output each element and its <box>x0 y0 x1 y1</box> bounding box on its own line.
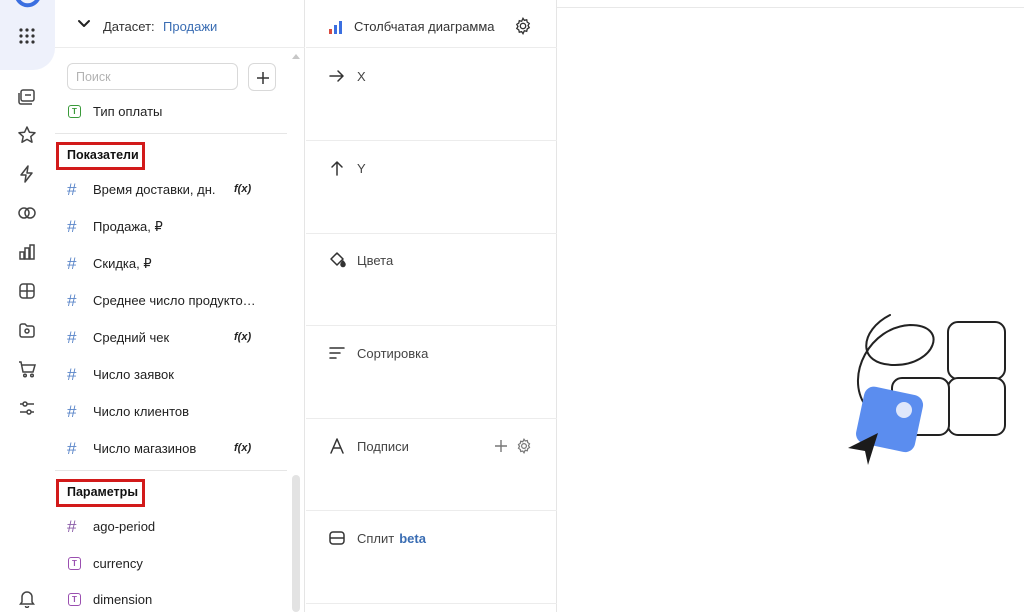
slot-label: Цвета <box>357 253 394 268</box>
number-type-icon: # <box>67 328 77 347</box>
list-item[interactable]: T currency <box>55 550 295 578</box>
dataset-panel: Датасет: Продажи Поиск T Тип оплаты Пока… <box>55 0 305 612</box>
nav-rail <box>0 0 55 612</box>
divider <box>55 133 287 134</box>
params-section-title: Параметры <box>56 479 145 507</box>
plus-icon[interactable] <box>494 439 508 453</box>
text-type-icon: T <box>68 105 81 118</box>
slot-labels[interactable]: Подписи <box>306 419 557 511</box>
field-name: Скидка, ₽ <box>93 256 152 271</box>
scrollbar-thumb[interactable] <box>292 475 300 612</box>
apps-grid-icon[interactable] <box>17 26 37 46</box>
dataset-name-link[interactable]: Продажи <box>163 19 217 34</box>
empty-chart-illustration <box>848 314 1006 465</box>
charts-icon[interactable] <box>17 242 37 262</box>
lightning-icon[interactable] <box>17 164 37 184</box>
slot-x[interactable]: X <box>306 48 557 141</box>
field-search-input[interactable]: Поиск <box>67 63 238 90</box>
number-type-icon: # <box>67 365 77 384</box>
slot-label: X <box>357 69 366 84</box>
collections-icon[interactable] <box>17 86 37 106</box>
params-title-text: Параметры <box>67 485 138 499</box>
slot-sort[interactable]: Сортировка <box>306 326 557 419</box>
split-icon <box>329 531 345 545</box>
chart-config-panel: Столбчатая диаграмма X Y Цвета Сортировк… <box>306 0 557 612</box>
gear-icon[interactable] <box>516 438 532 454</box>
formula-icon: f(x) <box>234 442 252 454</box>
field-name: dimension <box>93 592 153 607</box>
field-name: Средний чек <box>93 330 170 345</box>
measures-title-text: Показатели <box>67 148 139 162</box>
field-name: Число заявок <box>93 367 174 382</box>
formula-icon: f(x) <box>234 331 252 343</box>
chart-type-label: Столбчатая диаграмма <box>354 19 495 34</box>
star-icon[interactable] <box>17 125 37 145</box>
list-item[interactable]: # Время доставки, дн. f(x) <box>55 176 295 204</box>
text-type-icon: T <box>68 593 81 606</box>
paint-bucket-icon <box>330 252 346 268</box>
field-name: currency <box>93 556 143 571</box>
field-name: ago-period <box>93 519 156 534</box>
text-type-icon: T <box>68 557 81 570</box>
formula-icon: f(x) <box>234 183 252 195</box>
add-field-button[interactable] <box>248 63 276 91</box>
beta-badge: beta <box>399 531 426 546</box>
list-item[interactable]: T Тип оплаты <box>55 98 295 126</box>
field-name: Среднее число продукто… <box>93 293 256 308</box>
slot-label: Подписи <box>357 439 409 454</box>
scroll-up-arrow[interactable] <box>292 54 300 59</box>
settings-sliders-icon[interactable] <box>17 398 37 418</box>
arrow-right-icon <box>329 70 344 82</box>
chevron-down-icon[interactable] <box>77 19 91 29</box>
top-divider <box>557 7 1024 8</box>
number-type-icon: # <box>67 254 77 273</box>
bell-icon[interactable] <box>17 588 37 608</box>
bar-chart-icon <box>329 21 342 34</box>
slot-label: Y <box>357 161 366 176</box>
list-item[interactable]: # Скидка, ₽ <box>55 250 295 278</box>
logo-icon[interactable] <box>8 0 44 14</box>
dataset-label: Датасет: <box>103 19 155 34</box>
slot-colors[interactable]: Цвета <box>306 234 557 326</box>
list-item[interactable]: # ago-period <box>55 513 295 541</box>
plus-icon <box>257 72 269 84</box>
divider <box>55 470 287 471</box>
dashboards-icon[interactable] <box>17 281 37 301</box>
field-name: Число магазинов <box>93 441 197 456</box>
list-item[interactable]: T dimension <box>55 586 295 612</box>
slot-label: Сплит beta <box>357 531 426 546</box>
split-label-text: Сплит <box>357 531 395 546</box>
list-item[interactable]: # Среднее число продукто… <box>55 287 295 315</box>
number-type-icon: # <box>67 402 77 421</box>
number-type-icon: # <box>67 439 77 458</box>
field-name: Время доставки, дн. <box>93 182 216 197</box>
list-item[interactable]: # Число клиентов <box>55 398 295 426</box>
slot-y[interactable]: Y <box>306 141 557 234</box>
field-name: Тип оплаты <box>93 104 163 119</box>
chart-type-selector[interactable]: Столбчатая диаграмма <box>306 0 557 48</box>
search-placeholder: Поиск <box>76 70 111 84</box>
number-type-icon: # <box>67 217 77 236</box>
cart-icon[interactable] <box>17 359 37 379</box>
folder-icon[interactable] <box>17 320 37 340</box>
dataset-header[interactable]: Датасет: Продажи <box>55 0 305 48</box>
list-item[interactable]: # Число магазинов f(x) <box>55 435 295 463</box>
slot-label: Сортировка <box>357 346 429 361</box>
slot-split[interactable]: Сплит beta <box>306 511 557 604</box>
number-type-icon: # <box>67 517 77 536</box>
list-item[interactable]: # Средний чек f(x) <box>55 324 295 352</box>
gear-icon[interactable] <box>514 17 532 35</box>
measures-section-title: Показатели <box>56 142 145 170</box>
arrow-up-icon <box>331 161 343 176</box>
field-name: Число клиентов <box>93 404 190 419</box>
app: Датасет: Продажи Поиск T Тип оплаты Пока… <box>0 0 1024 612</box>
sort-icon <box>329 347 345 359</box>
connections-icon[interactable] <box>17 203 37 223</box>
field-name: Продажа, ₽ <box>93 219 163 234</box>
number-type-icon: # <box>67 291 77 310</box>
list-item[interactable]: # Продажа, ₽ <box>55 213 295 241</box>
list-item[interactable]: # Число заявок <box>55 361 295 389</box>
text-a-icon <box>330 438 344 454</box>
number-type-icon: # <box>67 180 77 199</box>
